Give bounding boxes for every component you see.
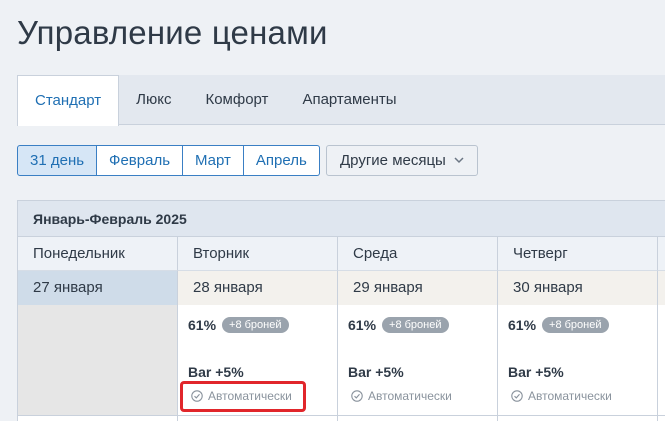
tab-standard[interactable]: Стандарт [17,75,120,126]
period-selector: 31 день Февраль Март Апрель [17,145,320,176]
day-details-30-jan[interactable]: 61% +8 броней Bar +5% Автоматически [498,305,658,415]
page-title: Управление ценами [17,14,328,51]
date-cell-30-jan[interactable]: 30 января [498,271,658,305]
auto-mode-label: Автоматически [528,389,612,403]
weekday-tuesday: Вторник [178,237,338,271]
next-week-cell [178,415,338,421]
next-week-cell [338,415,498,421]
tab-lux[interactable]: Люкс [119,75,188,125]
day-details-29-jan[interactable]: 61% +8 броней Bar +5% Автоматически [338,305,498,415]
period-april-button[interactable]: Апрель [243,145,320,176]
next-week-cell [18,415,178,421]
occupancy-value: 61% [348,317,377,333]
day-details-28-jan[interactable]: 61% +8 броней Bar +5% Автоматически [178,305,338,415]
other-months-label: Другие месяцы [340,152,446,169]
weekday-monday: Понедельник [18,237,178,271]
period-march-button[interactable]: Март [183,145,244,176]
date-cell-27-jan[interactable]: 27 января [18,271,178,305]
period-february-button[interactable]: Февраль [97,145,184,176]
auto-mode-label: Автоматически [368,389,452,403]
bar-rate: Bar +5% [188,364,244,380]
other-months-dropdown[interactable]: Другие месяцы [326,145,478,176]
chevron-down-icon [454,157,464,164]
occupancy-value: 61% [508,317,537,333]
calendar-period-heading: Январь-Февраль 2025 [18,201,665,237]
weekday-thursday: Четверг [498,237,658,271]
bookings-badge: +8 броней [222,317,289,333]
auto-mode-indicator[interactable]: Автоматически [351,389,452,403]
weekday-wednesday: Среда [338,237,498,271]
next-week-cell [658,415,665,421]
day-details-27-jan [18,305,178,415]
price-details-row: 61% +8 броней Bar +5% Автоматически 61% … [18,305,665,415]
tab-apartments[interactable]: Апартаменты [285,75,413,125]
check-circle-icon [191,390,203,402]
occupancy: 61% +8 броней [348,317,449,333]
next-week-row [18,415,665,421]
price-calendar: Январь-Февраль 2025 Понедельник Вторник … [17,200,665,421]
tab-comfort[interactable]: Комфорт [188,75,285,125]
date-cell-next [658,271,665,305]
occupancy-value: 61% [188,317,217,333]
room-type-tabs: Стандарт Люкс Комфорт Апартаменты [17,75,665,126]
date-row: 27 января 28 января 29 января 30 января [18,271,665,305]
bookings-badge: +8 броней [542,317,609,333]
check-circle-icon [351,390,363,402]
period-31-days-button[interactable]: 31 день [17,145,98,176]
weekday-next [658,237,665,271]
auto-mode-indicator[interactable]: Автоматически [191,389,292,403]
bar-rate: Bar +5% [348,364,404,380]
day-details-next [658,305,665,415]
date-cell-29-jan[interactable]: 29 января [338,271,498,305]
next-week-cell [498,415,658,421]
weekday-header-row: Понедельник Вторник Среда Четверг [18,237,665,271]
auto-mode-label: Автоматически [208,389,292,403]
auto-mode-indicator[interactable]: Автоматически [511,389,612,403]
check-circle-icon [511,390,523,402]
occupancy: 61% +8 броней [188,317,289,333]
bar-rate: Bar +5% [508,364,564,380]
bookings-badge: +8 броней [382,317,449,333]
occupancy: 61% +8 броней [508,317,609,333]
date-cell-28-jan[interactable]: 28 января [178,271,338,305]
